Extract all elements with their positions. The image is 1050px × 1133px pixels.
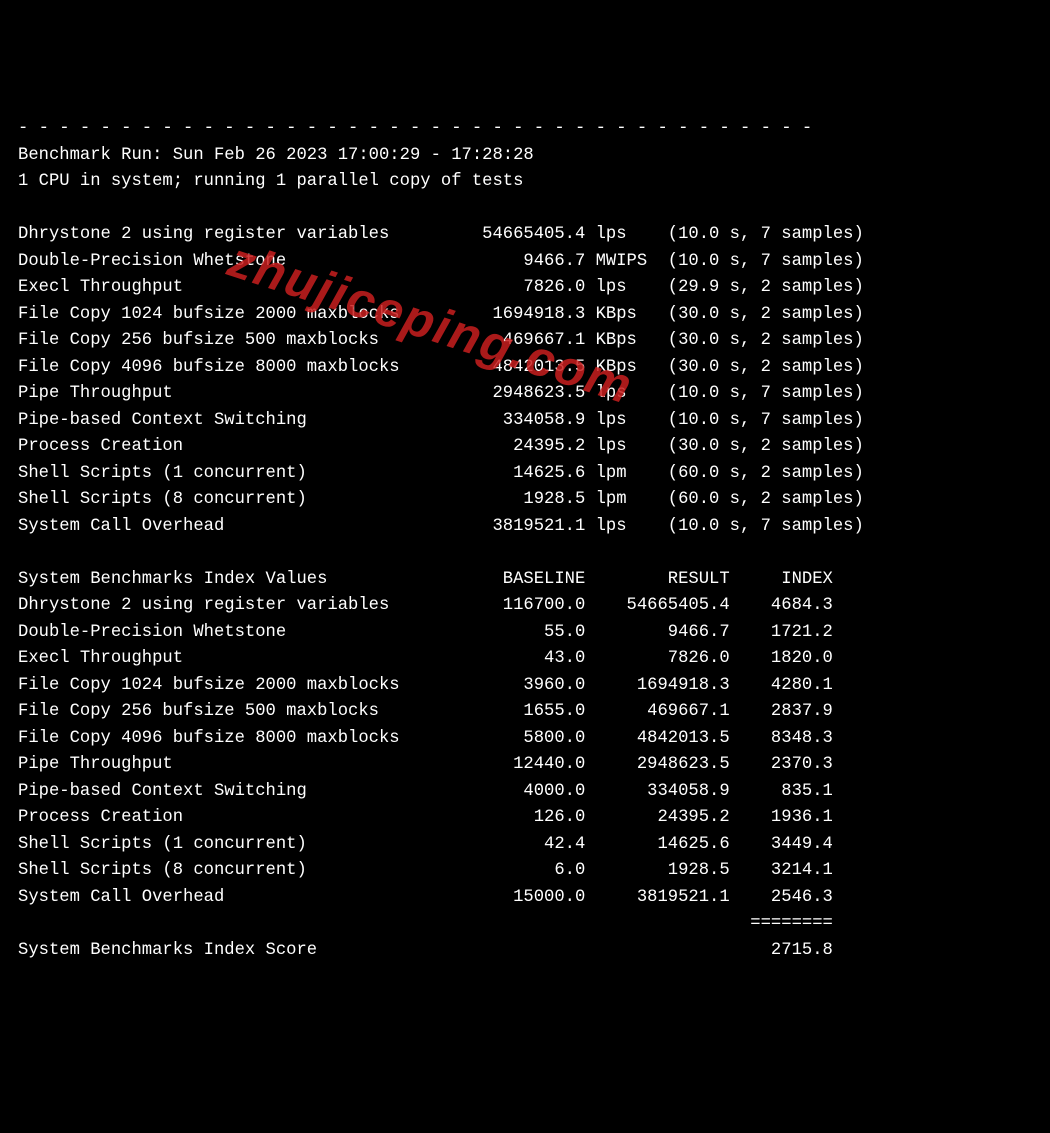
terminal-output: - - - - - - - - - - - - - - - - - - - - … xyxy=(18,116,1032,964)
